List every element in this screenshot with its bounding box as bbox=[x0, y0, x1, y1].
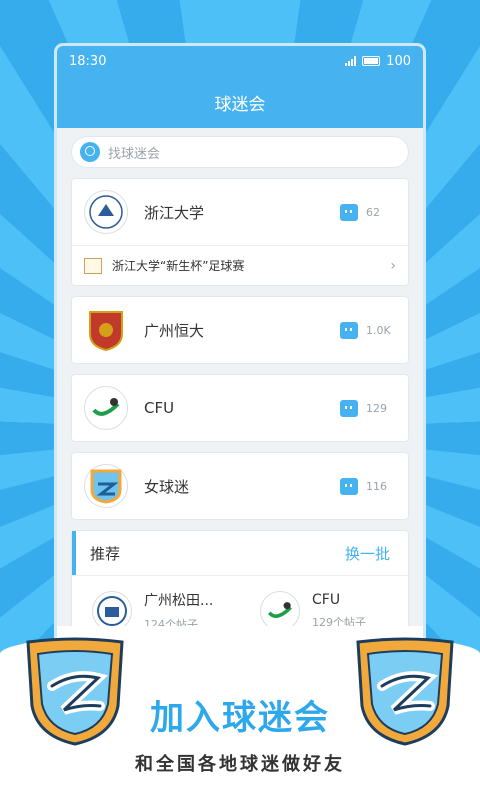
recommend-title: 推荐 bbox=[90, 544, 121, 563]
battery-icon bbox=[362, 56, 381, 66]
app-bar: 球迷会 bbox=[57, 76, 423, 128]
songtian-logo-icon bbox=[92, 590, 132, 631]
zju-logo-icon bbox=[84, 190, 128, 234]
event-title: 浙江大学“新生杯”足球赛 bbox=[112, 259, 245, 273]
club-row[interactable]: 女球迷 116 bbox=[72, 453, 408, 519]
club-event-row[interactable]: 浙江大学“新生杯”足球赛 › bbox=[72, 245, 408, 285]
post-count: 62 bbox=[340, 203, 396, 221]
club-card-female[interactable]: 女球迷 116 bbox=[71, 452, 409, 520]
club-card-cfu[interactable]: CFU 129 bbox=[71, 374, 409, 442]
status-right: 100 bbox=[345, 54, 411, 69]
club-row[interactable]: 浙江大学 62 bbox=[72, 179, 408, 245]
club-name: CFU bbox=[144, 399, 175, 417]
post-count: 129 bbox=[340, 399, 396, 417]
status-time: 18:30 bbox=[69, 53, 107, 69]
recommend-header: 推荐 换一批 bbox=[72, 531, 408, 575]
chat-icon bbox=[340, 203, 358, 221]
refresh-batch-button[interactable]: 换一批 bbox=[345, 543, 390, 564]
club-row[interactable]: CFU 129 bbox=[72, 375, 408, 441]
club-card-zju[interactable]: 浙江大学 62 浙江大学“新生杯”足球赛 › bbox=[71, 178, 409, 286]
phone-screen: 18:30 100 球迷会 找球迷会 浙江大学 62 浙江大学“新生杯”足球赛 … bbox=[57, 46, 423, 666]
post-count: 1.0K bbox=[340, 321, 396, 339]
cfu-logo-icon bbox=[84, 386, 128, 430]
club-row[interactable]: 广州恒大 1.0K bbox=[72, 297, 408, 363]
recommend-item[interactable]: CFU 129个帖子 bbox=[240, 590, 408, 631]
cfu-logo-icon bbox=[260, 590, 300, 631]
search-bar[interactable]: 找球迷会 bbox=[71, 136, 409, 168]
battery-level: 100 bbox=[386, 53, 411, 69]
club-card-evergrande[interactable]: 广州恒大 1.0K bbox=[71, 296, 409, 364]
event-logo-icon bbox=[84, 257, 102, 274]
recommend-name: CFU bbox=[312, 591, 341, 608]
club-name: 女球迷 bbox=[144, 477, 190, 496]
search-input[interactable]: 找球迷会 bbox=[108, 143, 160, 162]
status-bar: 18:30 100 bbox=[57, 46, 423, 76]
promo-headline: 加入球迷会 bbox=[150, 698, 330, 738]
page-title: 球迷会 bbox=[214, 94, 266, 115]
promo-tagline: 和全国各地球迷做好友 bbox=[135, 754, 345, 775]
search-icon bbox=[80, 142, 100, 162]
chat-icon bbox=[340, 321, 358, 339]
signal-icon bbox=[345, 56, 357, 66]
chat-icon bbox=[340, 399, 358, 417]
evergrande-logo-icon bbox=[84, 308, 128, 352]
club-name: 浙江大学 bbox=[144, 203, 205, 222]
chat-icon bbox=[340, 477, 358, 495]
chevron-right-icon: › bbox=[390, 257, 396, 274]
female-fans-logo-icon bbox=[84, 464, 128, 508]
recommend-name: 广州松田... bbox=[144, 592, 214, 609]
club-name: 广州恒大 bbox=[144, 321, 205, 340]
post-count: 116 bbox=[340, 477, 396, 495]
